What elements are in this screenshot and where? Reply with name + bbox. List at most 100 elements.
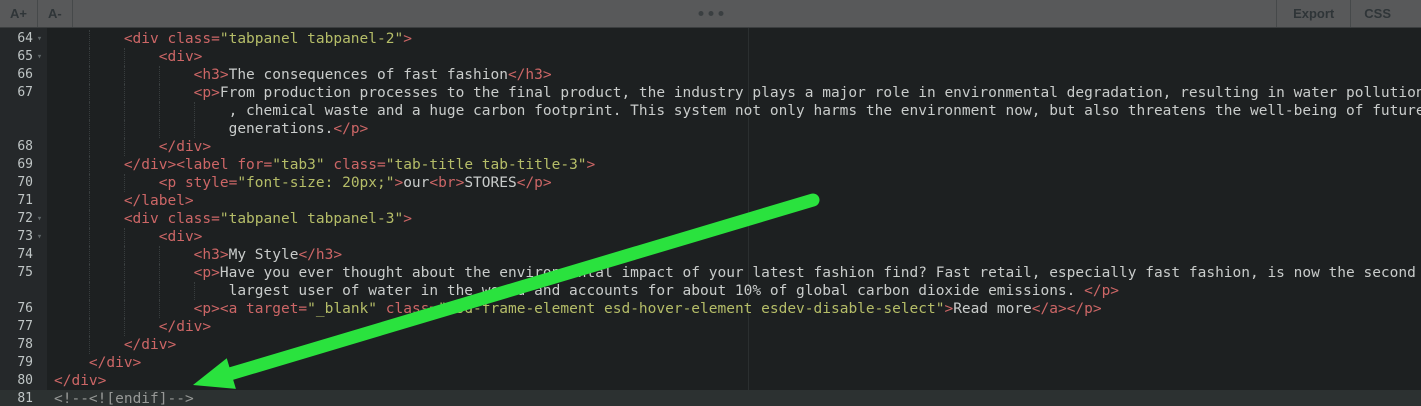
token-tag: </div> xyxy=(158,319,212,335)
token-tag: <p> xyxy=(193,85,220,101)
code-line[interactable]: 64 ▾ <div class="tabpanel tabpanel-2"> xyxy=(0,30,1421,48)
token-str: "_blank" xyxy=(307,301,378,317)
token-tag: <br> xyxy=(429,175,465,191)
line-number-cell: 80 xyxy=(0,372,47,390)
code-line[interactable]: , chemical waste and a huge carbon footp… xyxy=(0,102,1421,120)
export-button[interactable]: Export xyxy=(1277,0,1350,27)
css-tab-button[interactable]: CSS xyxy=(1351,0,1421,27)
code-line[interactable]: 68 </div> xyxy=(0,138,1421,156)
code-line-content[interactable]: largest user of water in the world and a… xyxy=(47,282,1421,300)
code-line-content[interactable]: </div> xyxy=(47,372,1421,390)
line-number: 64 xyxy=(17,31,33,46)
code-line-content[interactable]: <p><a target="_blank" class="esd-frame-e… xyxy=(47,300,1421,318)
code-line[interactable]: 73 ▾ <div> xyxy=(0,228,1421,246)
token-tag: <p style= xyxy=(158,175,238,191)
code-line-content[interactable]: <div> xyxy=(47,228,1421,246)
code-line-content[interactable]: <div> xyxy=(47,48,1421,66)
line-number: 65 xyxy=(17,49,33,64)
ellipsis-dot-icon xyxy=(698,11,703,16)
code-editor-screen: { "toolbar": { "font_increase_label": "A… xyxy=(0,0,1421,406)
token-tag: <p> xyxy=(193,265,220,281)
code-line-content[interactable]: <!--<![endif]--> xyxy=(47,390,1421,406)
token-txt: My Style xyxy=(228,247,299,263)
code-line[interactable]: 65 ▾ <div> xyxy=(0,48,1421,66)
code-editor[interactable]: 64 ▾ <div class="tabpanel tabpanel-2"> 65 ▾ <… xyxy=(0,27,1421,406)
code-tokens: <p>From production processes to the fina… xyxy=(47,84,1421,102)
token-tag: </h3> xyxy=(507,67,552,83)
code-line-content[interactable]: <p style="font-size: 20px;">our<br>STORE… xyxy=(47,174,1421,192)
code-tokens: <div> xyxy=(47,228,1421,246)
code-tokens: <p style="font-size: 20px;">our<br>STORE… xyxy=(47,174,1421,192)
code-line-content[interactable]: <div class="tabpanel tabpanel-3"> xyxy=(47,210,1421,228)
token-tag: </div> xyxy=(88,355,142,371)
code-line-content[interactable]: </div> xyxy=(47,138,1421,156)
code-line-content[interactable]: </div> xyxy=(47,354,1421,372)
font-decrease-button[interactable]: A- xyxy=(38,0,72,27)
token-tag: <h3> xyxy=(193,247,229,263)
code-tokens: , chemical waste and a huge carbon footp… xyxy=(47,102,1421,120)
code-tokens: </div> xyxy=(47,354,1421,372)
code-line-content[interactable]: <h3>My Style</h3> xyxy=(47,246,1421,264)
line-number: 67 xyxy=(17,85,33,100)
line-number-cell xyxy=(0,282,47,300)
token-com: <!--<![endif]--> xyxy=(54,391,194,406)
token-txt: From production processes to the final p… xyxy=(219,85,1421,101)
code-line[interactable]: largest user of water in the world and a… xyxy=(0,282,1421,300)
code-line[interactable]: 80 </div> xyxy=(0,372,1421,390)
code-line[interactable]: 74 <h3>My Style</h3> xyxy=(0,246,1421,264)
token-tag: class= xyxy=(385,301,439,317)
code-line[interactable]: 75 <p>Have you ever thought about the env… xyxy=(0,264,1421,282)
code-line-content[interactable]: </div> xyxy=(47,336,1421,354)
token-str: "tabpanel tabpanel-2" xyxy=(219,31,404,47)
code-line[interactable]: 67 <p>From production processes to the fi… xyxy=(0,84,1421,102)
code-line[interactable]: 70 <p style="font-size: 20px;">our<br>STO… xyxy=(0,174,1421,192)
font-increase-button[interactable]: A+ xyxy=(0,0,37,27)
line-number: 73 xyxy=(17,229,33,244)
token-txt: largest user of water in the world and a… xyxy=(228,283,1085,299)
code-line-content[interactable]: generations.</p> xyxy=(47,120,1421,138)
line-number: 77 xyxy=(17,319,33,334)
more-options-button[interactable] xyxy=(698,0,723,27)
code-line-content[interactable]: <p>From production processes to the fina… xyxy=(47,84,1421,102)
token-txt: Read more xyxy=(953,301,1032,317)
code-tokens: generations.</p> xyxy=(47,120,1421,138)
fold-toggle-icon[interactable]: ▾ xyxy=(34,48,45,66)
code-line[interactable]: 69 </div><label for="tab3" class="tab-tit… xyxy=(0,156,1421,174)
line-number-cell: 65 ▾ xyxy=(0,48,47,66)
token-tag: </div> xyxy=(54,373,107,389)
line-number-cell: 74 xyxy=(0,246,47,264)
code-line-content[interactable]: </div> xyxy=(47,318,1421,336)
code-tokens: <div> xyxy=(47,48,1421,66)
fold-toggle-icon[interactable]: ▾ xyxy=(34,30,45,48)
code-line-content[interactable]: <h3>The consequences of fast fashion</h3… xyxy=(47,66,1421,84)
code-line[interactable]: 81 <!--<![endif]--> xyxy=(0,390,1421,406)
line-number-cell: 81 xyxy=(0,390,47,406)
code-line-content[interactable]: </label> xyxy=(47,192,1421,210)
code-line[interactable]: 77 </div> xyxy=(0,318,1421,336)
line-number-cell: 76 xyxy=(0,300,47,318)
line-number-cell: 70 xyxy=(0,174,47,192)
code-line[interactable]: 71 </label> xyxy=(0,192,1421,210)
line-number: 80 xyxy=(17,373,33,388)
fold-toggle-icon[interactable]: ▾ xyxy=(34,210,45,228)
fold-toggle-icon[interactable]: ▾ xyxy=(34,228,45,246)
line-number-cell: 66 xyxy=(0,66,47,84)
token-str: "font-size: 20px;" xyxy=(237,175,395,191)
code-line-content[interactable]: </div><label for="tab3" class="tab-title… xyxy=(47,156,1421,174)
token-tag: > xyxy=(944,301,954,317)
token-tag: </p> xyxy=(333,121,369,137)
code-line-content[interactable]: , chemical waste and a huge carbon footp… xyxy=(47,102,1421,120)
code-tokens: </div><label for="tab3" class="tab-title… xyxy=(47,156,1421,174)
code-line[interactable]: 72 ▾ <div class="tabpanel tabpanel-3"> xyxy=(0,210,1421,228)
code-line[interactable]: generations.</p> xyxy=(0,120,1421,138)
code-line[interactable]: 66 <h3>The consequences of fast fashion</… xyxy=(0,66,1421,84)
line-number-cell: 73 ▾ xyxy=(0,228,47,246)
line-number-cell: 78 xyxy=(0,336,47,354)
token-tag: </label> xyxy=(123,193,194,209)
code-line[interactable]: 78 </div> xyxy=(0,336,1421,354)
code-line-content[interactable]: <p>Have you ever thought about the envir… xyxy=(47,264,1421,282)
code-line[interactable]: 76 <p><a target="_blank" class="esd-frame… xyxy=(0,300,1421,318)
code-line[interactable]: 79 </div> xyxy=(0,354,1421,372)
code-line-content[interactable]: <div class="tabpanel tabpanel-2"> xyxy=(47,30,1421,48)
